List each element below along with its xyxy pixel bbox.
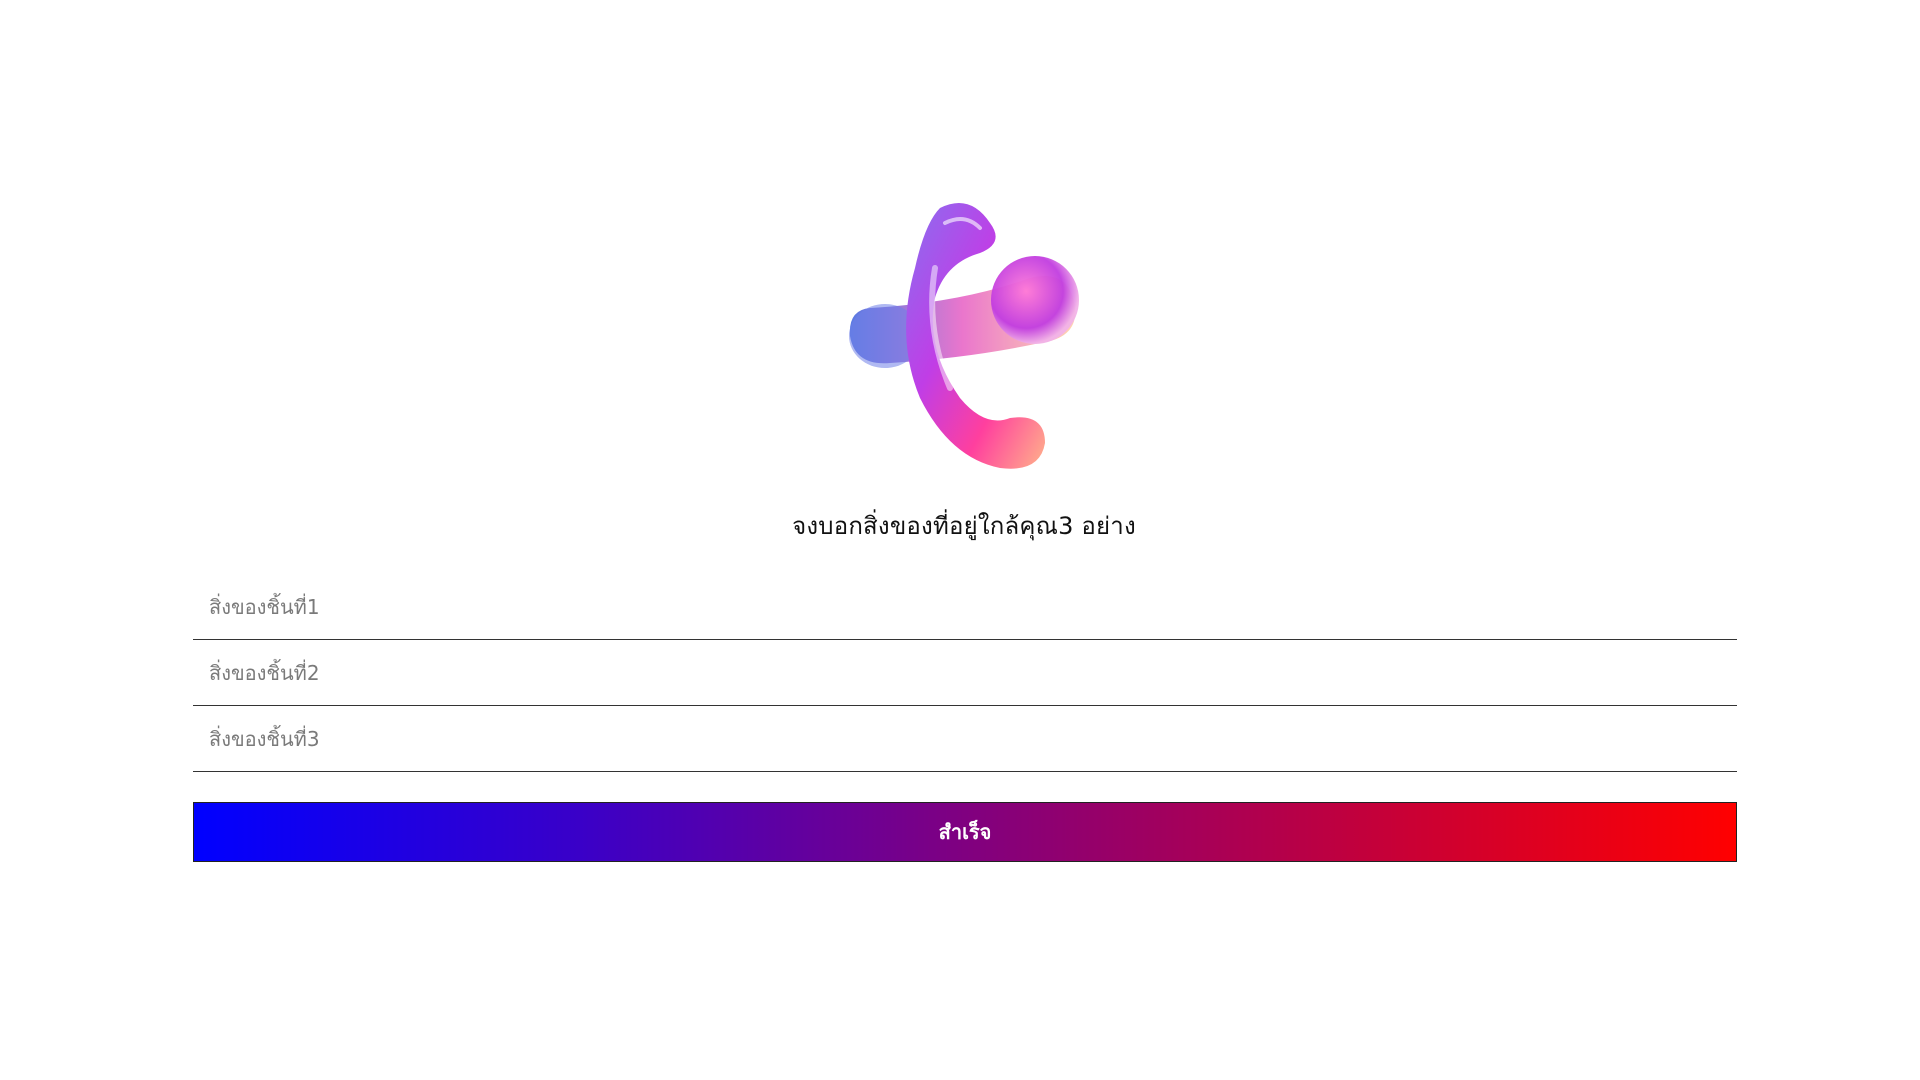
page: จงบอกสิ่งของที่อยู่ใกล้คุณ3 อย่าง สำเร็จ: [0, 0, 1920, 1080]
logo-image: [840, 198, 1088, 472]
page-title: จงบอกสิ่งของที่อยู่ใกล้คุณ3 อย่าง: [792, 512, 1136, 540]
item-1-input[interactable]: [193, 586, 1737, 627]
submit-button-label: สำเร็จ: [938, 820, 992, 844]
item-3-input[interactable]: [193, 718, 1737, 759]
item-field-1: [193, 574, 1737, 640]
item-2-input[interactable]: [193, 652, 1737, 693]
glossy-loop-icon: [849, 203, 1079, 469]
items-form: สำเร็จ: [193, 574, 1737, 862]
item-field-2: [193, 640, 1737, 706]
item-field-3: [193, 706, 1737, 772]
submit-button[interactable]: สำเร็จ: [193, 802, 1737, 862]
